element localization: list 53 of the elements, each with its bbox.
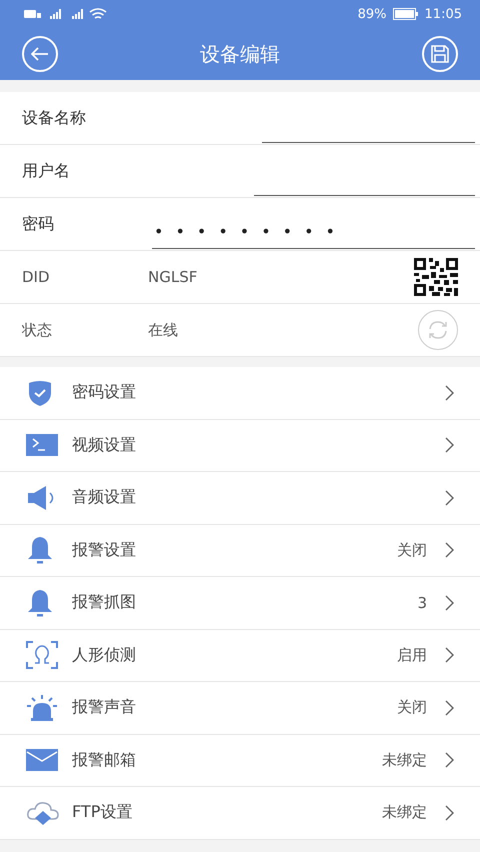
back-arrow-icon [31,47,49,61]
field-label: 密码 [22,214,55,234]
row-value: 未绑定 [382,803,427,822]
field-label: 设备名称 [22,108,87,128]
save-button[interactable] [422,36,458,72]
did-label: DID [22,268,51,286]
row-label: FTP设置 [72,802,134,824]
row-value: 3 [417,594,427,612]
row-value: 未绑定 [382,750,427,770]
bell-icon [26,588,54,617]
settings-row[interactable]: 报警设置 关闭 [0,524,480,577]
chevron-icon [445,437,454,454]
siren-icon [26,694,58,722]
row-label: 人形侦测 [72,644,137,666]
envelope-icon [26,749,58,772]
row-value: 关闭 [397,698,427,718]
status-label: 状态 [22,320,53,340]
row-label: 报警设置 [72,540,137,561]
chevron-icon [445,542,454,558]
status-value: 在线 [148,320,179,340]
settings-row[interactable]: 人形侦测 启用 [0,630,480,682]
face-scan-icon [26,641,58,670]
row-label: 报警声音 [72,697,137,718]
field-label: 用户名 [22,160,71,182]
settings-row[interactable]: 视频设置 [0,420,480,472]
clock: 11:05 [424,6,462,22]
settings-row[interactable]: 报警邮箱 未绑定 [0,734,480,787]
row-label: 报警邮箱 [72,750,137,771]
chevron-icon [445,594,454,611]
chevron-icon [445,490,454,506]
row-label: 报警抓图 [72,592,137,614]
chevron-icon [445,804,454,821]
bell-icon [26,536,54,564]
battery-percent: 89% [358,6,387,22]
did-value: NGLSF [148,268,198,286]
refresh-icon [427,320,449,340]
battery-icon [392,8,419,20]
row-value: 关闭 [397,540,427,560]
save-icon [431,45,449,63]
row-value: 启用 [397,646,427,665]
row-label: 密码设置 [72,382,137,404]
row-label: 音频设置 [72,487,137,508]
input-field[interactable]: ••••••••• [152,216,475,248]
page-title: 设备编辑 [200,40,280,68]
qr-code-icon[interactable] [414,258,458,296]
chevron-icon [445,700,454,716]
shield-check-icon [26,378,54,407]
chevron-icon [445,647,454,664]
back-button[interactable] [22,36,58,72]
terminal-icon [26,434,58,456]
chevron-icon [445,384,454,401]
chevron-icon [445,752,454,768]
row-label: 视频设置 [72,434,137,456]
